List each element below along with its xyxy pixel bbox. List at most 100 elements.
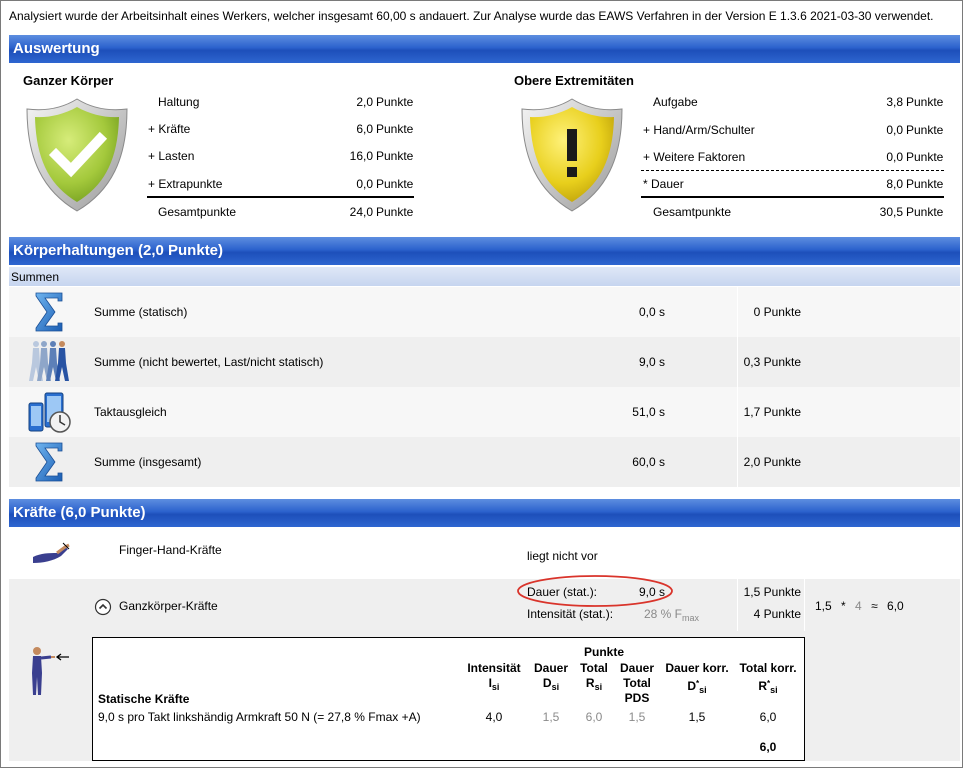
gk-row-unit: Punkte [376,95,414,109]
col-header-sub: si [491,682,500,692]
finger-hand-label: Finger-Hand-Kräfte [119,543,222,557]
oe-row-label: Aufgabe [653,95,698,109]
col-header-intensitaet-label: Intensität [467,661,521,675]
formula-op: * [841,599,846,613]
summen-subheader: Summen [9,267,960,286]
oe-total-value: 30,5 [879,205,903,219]
column-separator [737,287,738,487]
formula-b: 4 [855,599,862,613]
gk-row-value: 16,0 [349,149,373,163]
sum-row-label: Summe (statisch) [94,305,188,319]
gk-row-unit: Punkte [376,149,414,163]
gk-row-label: Haltung [158,95,200,109]
col-header-dauer: Dauer Dsi [529,661,573,695]
section-header-koerperhaltungen: Körperhaltungen (2,0 Punkte) [9,237,960,265]
section-header-kraefte: Kräfte (6,0 Punkte) [9,499,960,527]
section-header-auswertung: Auswertung [9,35,960,63]
oe-row-unit: Punkte [906,177,944,191]
gk-row-unit: Punkte [376,177,414,191]
report-frame: Analysiert wurde der Arbeitsinhalt eines… [0,0,963,768]
oe-row-label: + Weitere Faktoren [643,150,746,164]
static-cell-total-korr: 6,0 [759,710,777,724]
oe-dashed-divider [641,170,944,171]
intensitaet-stat-sub: max [682,613,700,623]
sum-row-duration: 51,0 s [632,405,665,419]
oe-row-unit: Punkte [906,123,944,137]
sigma-icon [35,292,63,332]
col-header-total-label: Total [580,661,608,675]
col-header-dauer-korr-label: Dauer korr. [665,661,729,675]
static-cell-intensitaet: 4,0 [485,710,503,724]
oe-row-value: 0,0 [886,123,903,137]
sum-row-label: Summe (nicht bewertet, Last/nicht statis… [94,355,324,369]
intensitaet-stat-number: 28 % F [644,607,683,621]
sum-row-points: 0,3 Punkte [743,355,801,369]
formula-approx: ≈ [871,599,878,613]
col-header-total-korr-label: Total korr. [739,661,797,675]
sum-row-points: 2,0 Punkte [743,455,801,469]
ganzkoerper-label[interactable]: Ganzkörper-Kräfte [119,599,218,613]
collapse-chevron-icon[interactable] [94,598,112,616]
oe-row-value: 8,0 [886,177,903,191]
static-cell-dauer-korr: 1,5 [688,710,706,724]
col-header-punkte: Punkte [583,645,624,659]
sum-row-label: Taktausgleich [94,405,167,419]
sum-row-label: Summe (insgesamt) [94,455,202,469]
col-header-sub: si [699,685,707,695]
gk-row-value: 2,0 [356,95,373,109]
intro-text: Analysiert wurde der Arbeitsinhalt eines… [9,9,934,23]
col-header-dauer-korr-sym: D [687,679,697,693]
oe-row-label: * Dauer [643,177,684,191]
oe-total-unit: Punkte [906,205,944,219]
sum-row-points: 0 Punkte [753,305,801,319]
shield-warning-icon [521,98,623,212]
col-header-total-sym: R [585,676,595,690]
walking-workers-icon [29,341,69,381]
finger-hand-icon [33,542,70,563]
col-header-sub: si [770,685,778,695]
sigma-icon [35,442,63,482]
oe-row-unit: Punkte [906,150,944,164]
col-header-sub: si [594,682,603,692]
dauer-points: 1,5 Punkte [743,585,801,599]
oe-total-label: Gesamtpunkte [653,205,732,219]
col-header-total: Total Rsi [574,661,614,695]
col-header-dauer-total-label-3: PDS [624,691,650,705]
sum-row-duration: 60,0 s [632,455,665,469]
whole-body-force-icon [32,647,69,695]
static-cell-total: 6,0 [585,710,603,724]
col-header-dauer-sym: D [542,676,552,690]
finger-hand-status: liegt nicht vor [527,549,598,563]
oe-row-value: 3,8 [886,95,903,109]
gk-total-unit: Punkte [376,205,414,219]
col-header-intensitaet: Intensität Isi [459,661,529,695]
static-cell-dauer: 1,5 [542,710,560,724]
col-header-total-korr: Total korr. R*si [734,661,802,698]
static-sum-value: 6,0 [759,740,777,754]
col-header-dauer-korr: Dauer korr. D*si [657,661,737,698]
column-separator [804,579,805,631]
heading-obere-extremitaeten: Obere Extremitäten [514,73,634,88]
static-forces-table [92,637,805,761]
shield-check-icon [26,98,128,212]
static-cell-pds: 1,5 [628,710,646,724]
sum-row-duration: 9,0 s [638,355,665,369]
oe-row-label: + Hand/Arm/Schulter [643,123,755,137]
static-forces-section-label: Statische Kräfte [98,692,190,706]
gk-row-value: 6,0 [356,122,373,136]
heading-ganzer-koerper: Ganzer Körper [23,73,114,88]
col-header-dauer-total-label: Dauer [619,661,654,675]
dauer-stat-value: 9,0 s [638,585,665,599]
oe-row-value: 0,0 [886,150,903,164]
gk-total-divider [147,196,414,198]
intensitaet-points: 4 Punkte [753,607,801,621]
col-header-dauer-total-label-2: Total [623,676,651,690]
gk-row-label: + Extrapunkte [148,177,223,191]
gk-row-value: 0,0 [356,177,373,191]
summen-label: Summen [11,270,60,284]
oe-total-divider [641,196,944,198]
col-header-dauer-total-pds: Dauer Total PDS [615,661,659,706]
static-force-row-label: 9,0 s pro Takt linkshändig Armkraft 50 N… [98,710,421,724]
formula-result: 6,0 [887,599,904,613]
gk-total-value: 24,0 [349,205,373,219]
